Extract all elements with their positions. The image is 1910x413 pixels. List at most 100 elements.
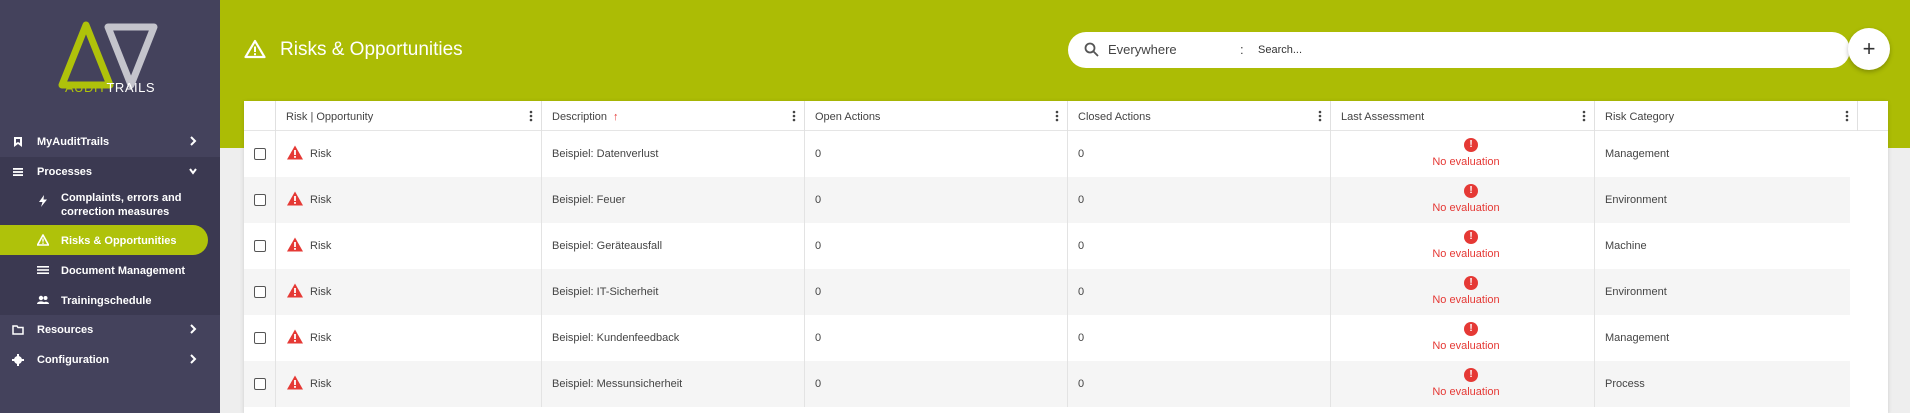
sidebar-item-document-management[interactable]: Document Management: [0, 255, 220, 285]
column-header-risk-opportunity[interactable]: Risk | Opportunity: [276, 101, 542, 131]
table-row[interactable]: Risk Beispiel: Kundenfeedback 0 0! No evalua…: [244, 315, 1850, 361]
folder-icon: [12, 325, 24, 335]
column-header-closed-actions[interactable]: Closed Actions: [1068, 101, 1331, 131]
row-checkbox[interactable]: [254, 194, 266, 206]
risk-type-cell: Risk: [276, 315, 542, 361]
assessment-status: No evaluation: [1432, 386, 1500, 398]
risk-type-cell: Risk: [276, 223, 542, 269]
menu-icon: [13, 168, 23, 176]
row-checkbox[interactable]: [254, 332, 266, 344]
open-actions-cell: 0: [805, 269, 1068, 315]
assessment-status: No evaluation: [1432, 202, 1500, 214]
sort-arrow-up-icon[interactable]: ↑: [613, 111, 619, 123]
sidebar-item-label: Document Management: [61, 265, 186, 277]
description-cell: Beispiel: Kundenfeedback: [542, 315, 805, 361]
sidebar-item-label: Complaints, errors and correction measure…: [61, 191, 181, 219]
row-select-cell: [244, 361, 276, 407]
column-header-open-actions[interactable]: Open Actions: [805, 101, 1068, 131]
last-assessment-cell: ! No evaluation: [1331, 269, 1595, 315]
error-icon: !: [1464, 138, 1478, 152]
open-actions-cell: 0: [805, 177, 1068, 223]
sidebar-item-complaints[interactable]: Complaints, errors and correction measure…: [0, 187, 220, 225]
more-vert-icon[interactable]: [529, 109, 533, 123]
risk-category-cell: Management: [1595, 131, 1850, 177]
assessment-status: No evaluation: [1432, 156, 1500, 168]
more-vert-icon[interactable]: [792, 109, 796, 123]
more-vert-icon[interactable]: [1582, 109, 1586, 123]
closed-actions-value: 0: [1078, 332, 1085, 344]
column-header-last-assessment[interactable]: Last Assessment: [1331, 101, 1595, 131]
column-header-description[interactable]: Description ↑: [542, 101, 805, 131]
sidebar-item-risks-opportunities[interactable]: Risks & Opportunities: [0, 225, 208, 255]
bolt-icon: [39, 195, 47, 207]
column-header-label: Closed Actions: [1078, 111, 1151, 123]
column-header-label: Open Actions: [815, 111, 881, 123]
warning-icon: [37, 234, 49, 246]
row-select-cell: [244, 223, 276, 269]
sidebar-item-trainingschedule[interactable]: Trainingschedule: [0, 285, 220, 315]
sidebar-item-myaudittrails[interactable]: MyAuditTrails: [0, 127, 220, 157]
list-icon: [37, 266, 49, 274]
row-checkbox[interactable]: [254, 378, 266, 390]
more-vert-icon[interactable]: [1845, 109, 1849, 123]
closed-actions-cell: 0: [1068, 269, 1331, 315]
risk-type-label: Risk: [310, 240, 332, 252]
logo-text-audit: AUDIT: [64, 80, 107, 95]
description-text: Beispiel: IT-Sicherheit: [552, 286, 659, 298]
error-icon: !: [1464, 322, 1478, 336]
processes-group: Processes Complaints, errors and correcti…: [0, 157, 220, 315]
risk-category-value: Management: [1605, 148, 1670, 160]
more-vert-icon[interactable]: [1318, 109, 1322, 123]
risk-type-label: Risk: [310, 194, 332, 206]
sidebar: AUDITTRAILS MyAuditTrails Processes Comp…: [0, 0, 220, 413]
closed-actions-value: 0: [1078, 378, 1085, 390]
table-row[interactable]: Risk Beispiel: Geräteausfall 0 0! No evaluat…: [244, 223, 1850, 269]
open-actions-value: 0: [815, 240, 822, 252]
last-assessment-cell: ! No evaluation: [1331, 223, 1595, 269]
closed-actions-cell: 0: [1068, 177, 1331, 223]
sidebar-nav: MyAuditTrails Processes Complaints, erro…: [0, 127, 220, 375]
assessment-status: No evaluation: [1432, 248, 1500, 260]
table-row[interactable]: Risk Beispiel: Feuer 0 0! No evaluation Envir…: [244, 177, 1850, 223]
more-vert-icon[interactable]: [1055, 109, 1059, 123]
open-actions-value: 0: [815, 378, 822, 390]
search-input[interactable]: [1258, 40, 1818, 60]
column-header-risk-category[interactable]: Risk Category: [1595, 101, 1858, 131]
risk-type-cell: Risk: [276, 361, 542, 407]
risk-type-cell: Risk: [276, 269, 542, 315]
last-assessment-cell: ! No evaluation: [1331, 177, 1595, 223]
last-assessment-cell: ! No evaluation: [1331, 315, 1595, 361]
open-actions-value: 0: [815, 194, 822, 206]
risk-type-cell: Risk: [276, 131, 542, 177]
sidebar-item-configuration[interactable]: Configuration: [0, 345, 220, 375]
people-icon: [37, 295, 49, 304]
closed-actions-value: 0: [1078, 194, 1085, 206]
row-checkbox[interactable]: [254, 240, 266, 252]
sidebar-item-processes[interactable]: Processes: [0, 157, 220, 187]
table-row[interactable]: Risk Beispiel: Messunsicherheit 0 0! No eval…: [244, 361, 1850, 407]
description-text: Beispiel: Kundenfeedback: [552, 332, 680, 344]
row-checkbox[interactable]: [254, 286, 266, 298]
search-icon[interactable]: [1084, 42, 1099, 57]
warning-icon: [287, 237, 303, 252]
sidebar-item-label-line2: correction measures: [61, 206, 170, 218]
warning-icon: [244, 39, 266, 59]
sidebar-item-resources[interactable]: Resources: [0, 315, 220, 345]
sidebar-item-label-line1: Complaints, errors and: [61, 192, 182, 204]
sidebar-item-label: Risks & Opportunities: [61, 235, 177, 247]
risk-type-label: Risk: [310, 332, 332, 344]
risk-category-cell: Environment: [1595, 269, 1850, 315]
chevron-down-icon: [189, 168, 197, 175]
add-button[interactable]: +: [1848, 28, 1890, 70]
table-row[interactable]: Risk Beispiel: Datenverlust 0 0! No evaluati…: [244, 131, 1850, 177]
chevron-right-icon: [190, 136, 197, 146]
open-actions-value: 0: [815, 148, 822, 160]
logo-text: AUDITTRAILS: [0, 80, 220, 95]
row-select-cell: [244, 269, 276, 315]
error-icon: !: [1464, 184, 1478, 198]
table-row[interactable]: Risk Beispiel: IT-Sicherheit 0 0! No evaluat…: [244, 269, 1850, 315]
search-scope-select[interactable]: Everywhere: [1108, 42, 1177, 57]
risk-type-label: Risk: [310, 148, 332, 160]
row-checkbox[interactable]: [254, 148, 266, 160]
search-bar[interactable]: Everywhere :: [1068, 32, 1850, 68]
